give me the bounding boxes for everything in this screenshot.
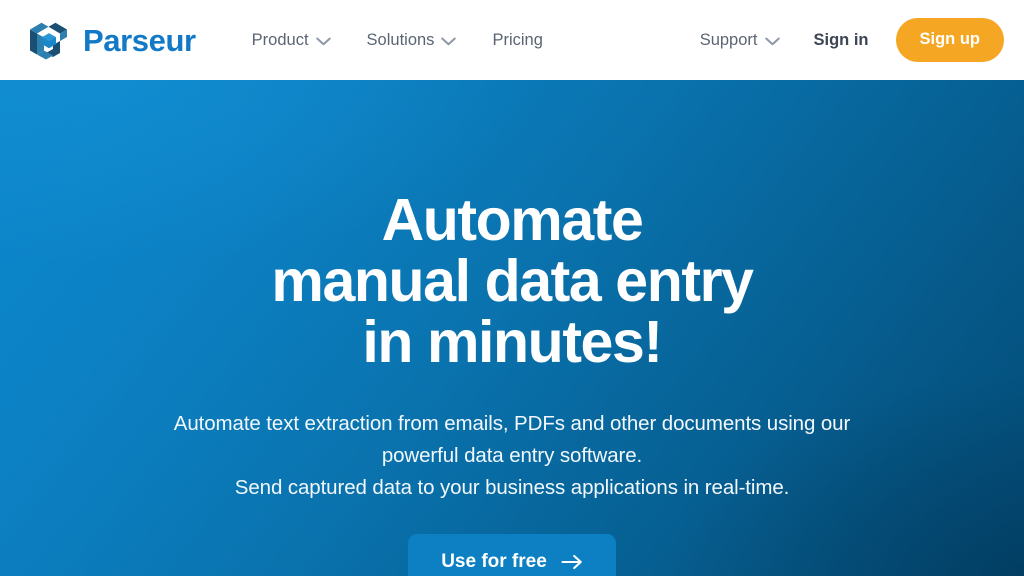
hero-cta-container: Use for free	[0, 534, 1024, 576]
chevron-down-icon	[441, 37, 457, 45]
nav-item-support-label: Support	[699, 30, 758, 49]
hero-subtitle-line-1: Automate text extraction from emails, PD…	[173, 412, 851, 436]
brand-name: Parseur	[83, 22, 196, 58]
use-for-free-button[interactable]: Use for free	[408, 534, 616, 576]
hero-subtitle-line-3: Send captured data to your business appl…	[234, 476, 790, 500]
primary-navigation: Product Solutions Pricing	[234, 24, 561, 57]
nav-item-product[interactable]: Product	[234, 24, 349, 57]
arrow-right-icon	[561, 554, 582, 569]
nav-item-solutions[interactable]: Solutions	[349, 24, 475, 57]
nav-item-pricing[interactable]: Pricing	[474, 24, 560, 57]
hero-section: Automate manual data entry in minutes! A…	[0, 80, 1024, 576]
page-title: Automate manual data entry in minutes!	[62, 190, 962, 372]
use-for-free-label: Use for free	[441, 551, 547, 573]
nav-item-pricing-label: Pricing	[492, 30, 543, 49]
nav-item-support[interactable]: Support	[682, 24, 798, 57]
chevron-down-icon	[315, 37, 331, 45]
secondary-navigation: Support Sign in Sign up	[682, 18, 1004, 62]
landing-page: Parseur Product Solutions Pricing Suppor…	[0, 0, 1024, 576]
sign-up-button[interactable]: Sign up	[895, 18, 1004, 62]
brand-logo-link[interactable]: Parseur	[26, 17, 196, 63]
nav-item-product-label: Product	[251, 30, 309, 49]
hero-title-line-1: Automate	[381, 187, 644, 253]
sign-in-button[interactable]: Sign in	[798, 24, 885, 57]
hero-title-line-3: in minutes!	[362, 308, 663, 375]
site-header: Parseur Product Solutions Pricing Suppor…	[0, 0, 1024, 80]
parseur-hexagon-p-logo-icon	[30, 22, 67, 60]
hero-subtitle-line-2: powerful data entry software.	[381, 444, 643, 468]
nav-item-solutions-label: Solutions	[366, 30, 435, 49]
chevron-down-icon	[764, 37, 780, 45]
hero-title-line-2: manual data entry	[271, 247, 754, 314]
hero-subtitle: Automate text extraction from emails, PD…	[112, 408, 912, 504]
